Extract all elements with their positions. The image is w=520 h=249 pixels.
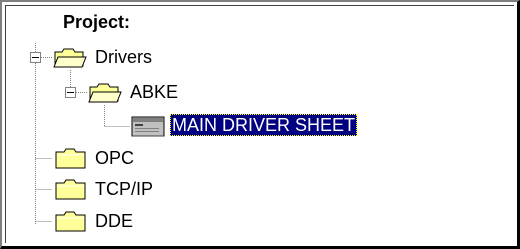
folder-closed-icon xyxy=(55,148,86,169)
tree-node-abke[interactable]: ABKE xyxy=(88,79,208,105)
folder-open-icon xyxy=(53,48,87,68)
driver-sheet-icon xyxy=(131,116,165,137)
folder-closed-icon xyxy=(55,179,86,200)
folder-closed-icon xyxy=(55,211,86,232)
tree-node-opc[interactable]: OPC xyxy=(53,145,173,171)
collapse-abke-toggle[interactable] xyxy=(65,87,76,98)
tree-node-label: TCP/IP xyxy=(95,179,154,199)
tree-node-tcp-ip[interactable]: TCP/IP xyxy=(53,176,193,202)
tree-node-dde[interactable]: DDE xyxy=(53,208,173,234)
tree-node-label: Drivers xyxy=(95,47,152,67)
tree-node-label: DDE xyxy=(95,211,134,231)
collapse-drivers-toggle[interactable] xyxy=(30,52,41,63)
tree-node-drivers[interactable]: Drivers xyxy=(53,44,173,70)
tree-node-label-selected: MAIN DRIVER SHEET xyxy=(170,114,358,136)
tree-node-main-driver-sheet[interactable]: MAIN DRIVER SHEET xyxy=(130,112,410,138)
tree-node-label: ABKE xyxy=(130,82,179,102)
tree-node-label: OPC xyxy=(95,148,135,168)
project-header: Project: xyxy=(63,12,131,32)
folder-open-icon xyxy=(88,83,122,103)
